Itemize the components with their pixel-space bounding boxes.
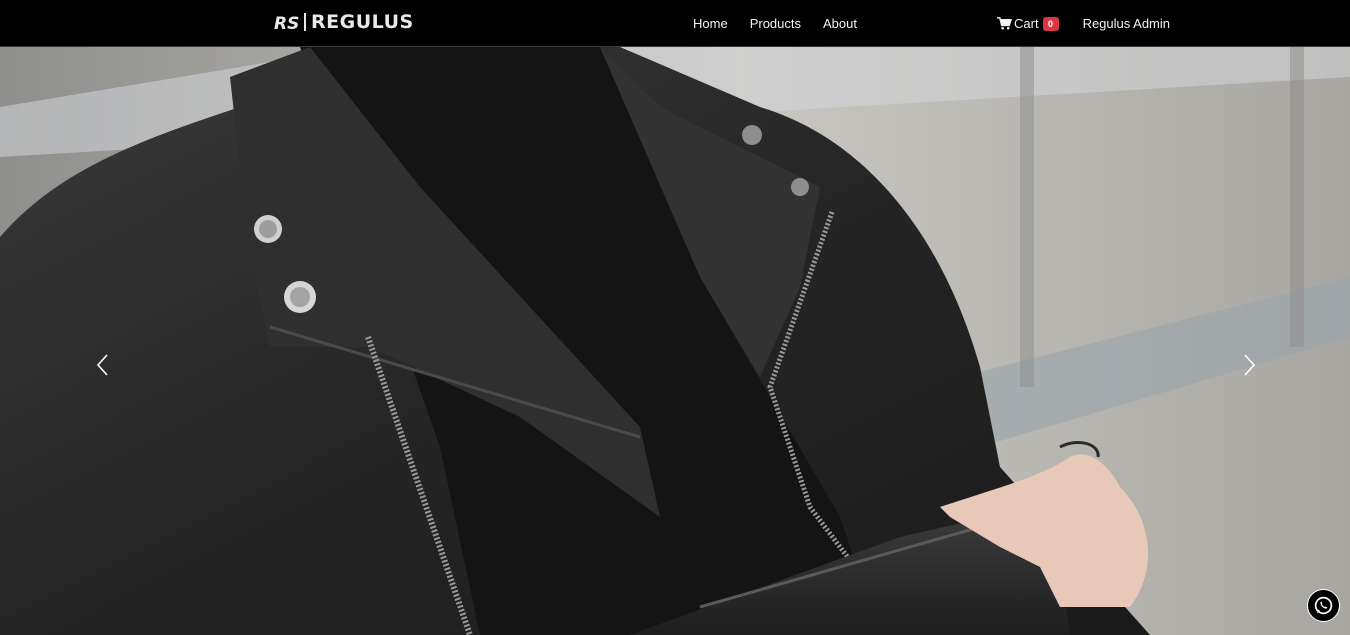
logo-divider [304, 13, 306, 31]
user-menu-link[interactable]: Regulus Admin [1083, 16, 1170, 31]
nav-about-link[interactable]: About [823, 16, 857, 31]
top-navbar: RS REGULUS Home Products About Cart 0 Re… [0, 0, 1350, 47]
user-nav: Cart 0 Regulus Admin [997, 0, 1170, 47]
nav-products-link[interactable]: Products [750, 16, 801, 31]
cart-link[interactable]: Cart 0 [997, 16, 1059, 31]
hero-carousel [0, 47, 1350, 635]
nav-home-link[interactable]: Home [693, 16, 728, 31]
chevron-left-icon [96, 354, 108, 376]
whatsapp-chat-button[interactable] [1307, 589, 1340, 622]
logo-mark-text: RS [274, 14, 299, 32]
cart-label: Cart [1014, 16, 1039, 31]
carousel-next-button[interactable] [1236, 347, 1264, 383]
hero-slide-image [0, 47, 1350, 635]
logo-mark-icon: RS [274, 14, 299, 32]
whatsapp-icon [1314, 596, 1333, 615]
shopping-cart-icon [997, 17, 1012, 30]
main-nav: Home Products About [693, 0, 879, 47]
chevron-right-icon [1244, 354, 1256, 376]
cart-count-badge: 0 [1042, 16, 1059, 31]
carousel-prev-button[interactable] [88, 347, 116, 383]
brand-name: REGULUS [311, 11, 414, 33]
brand-logo[interactable]: RS REGULUS [274, 11, 414, 33]
